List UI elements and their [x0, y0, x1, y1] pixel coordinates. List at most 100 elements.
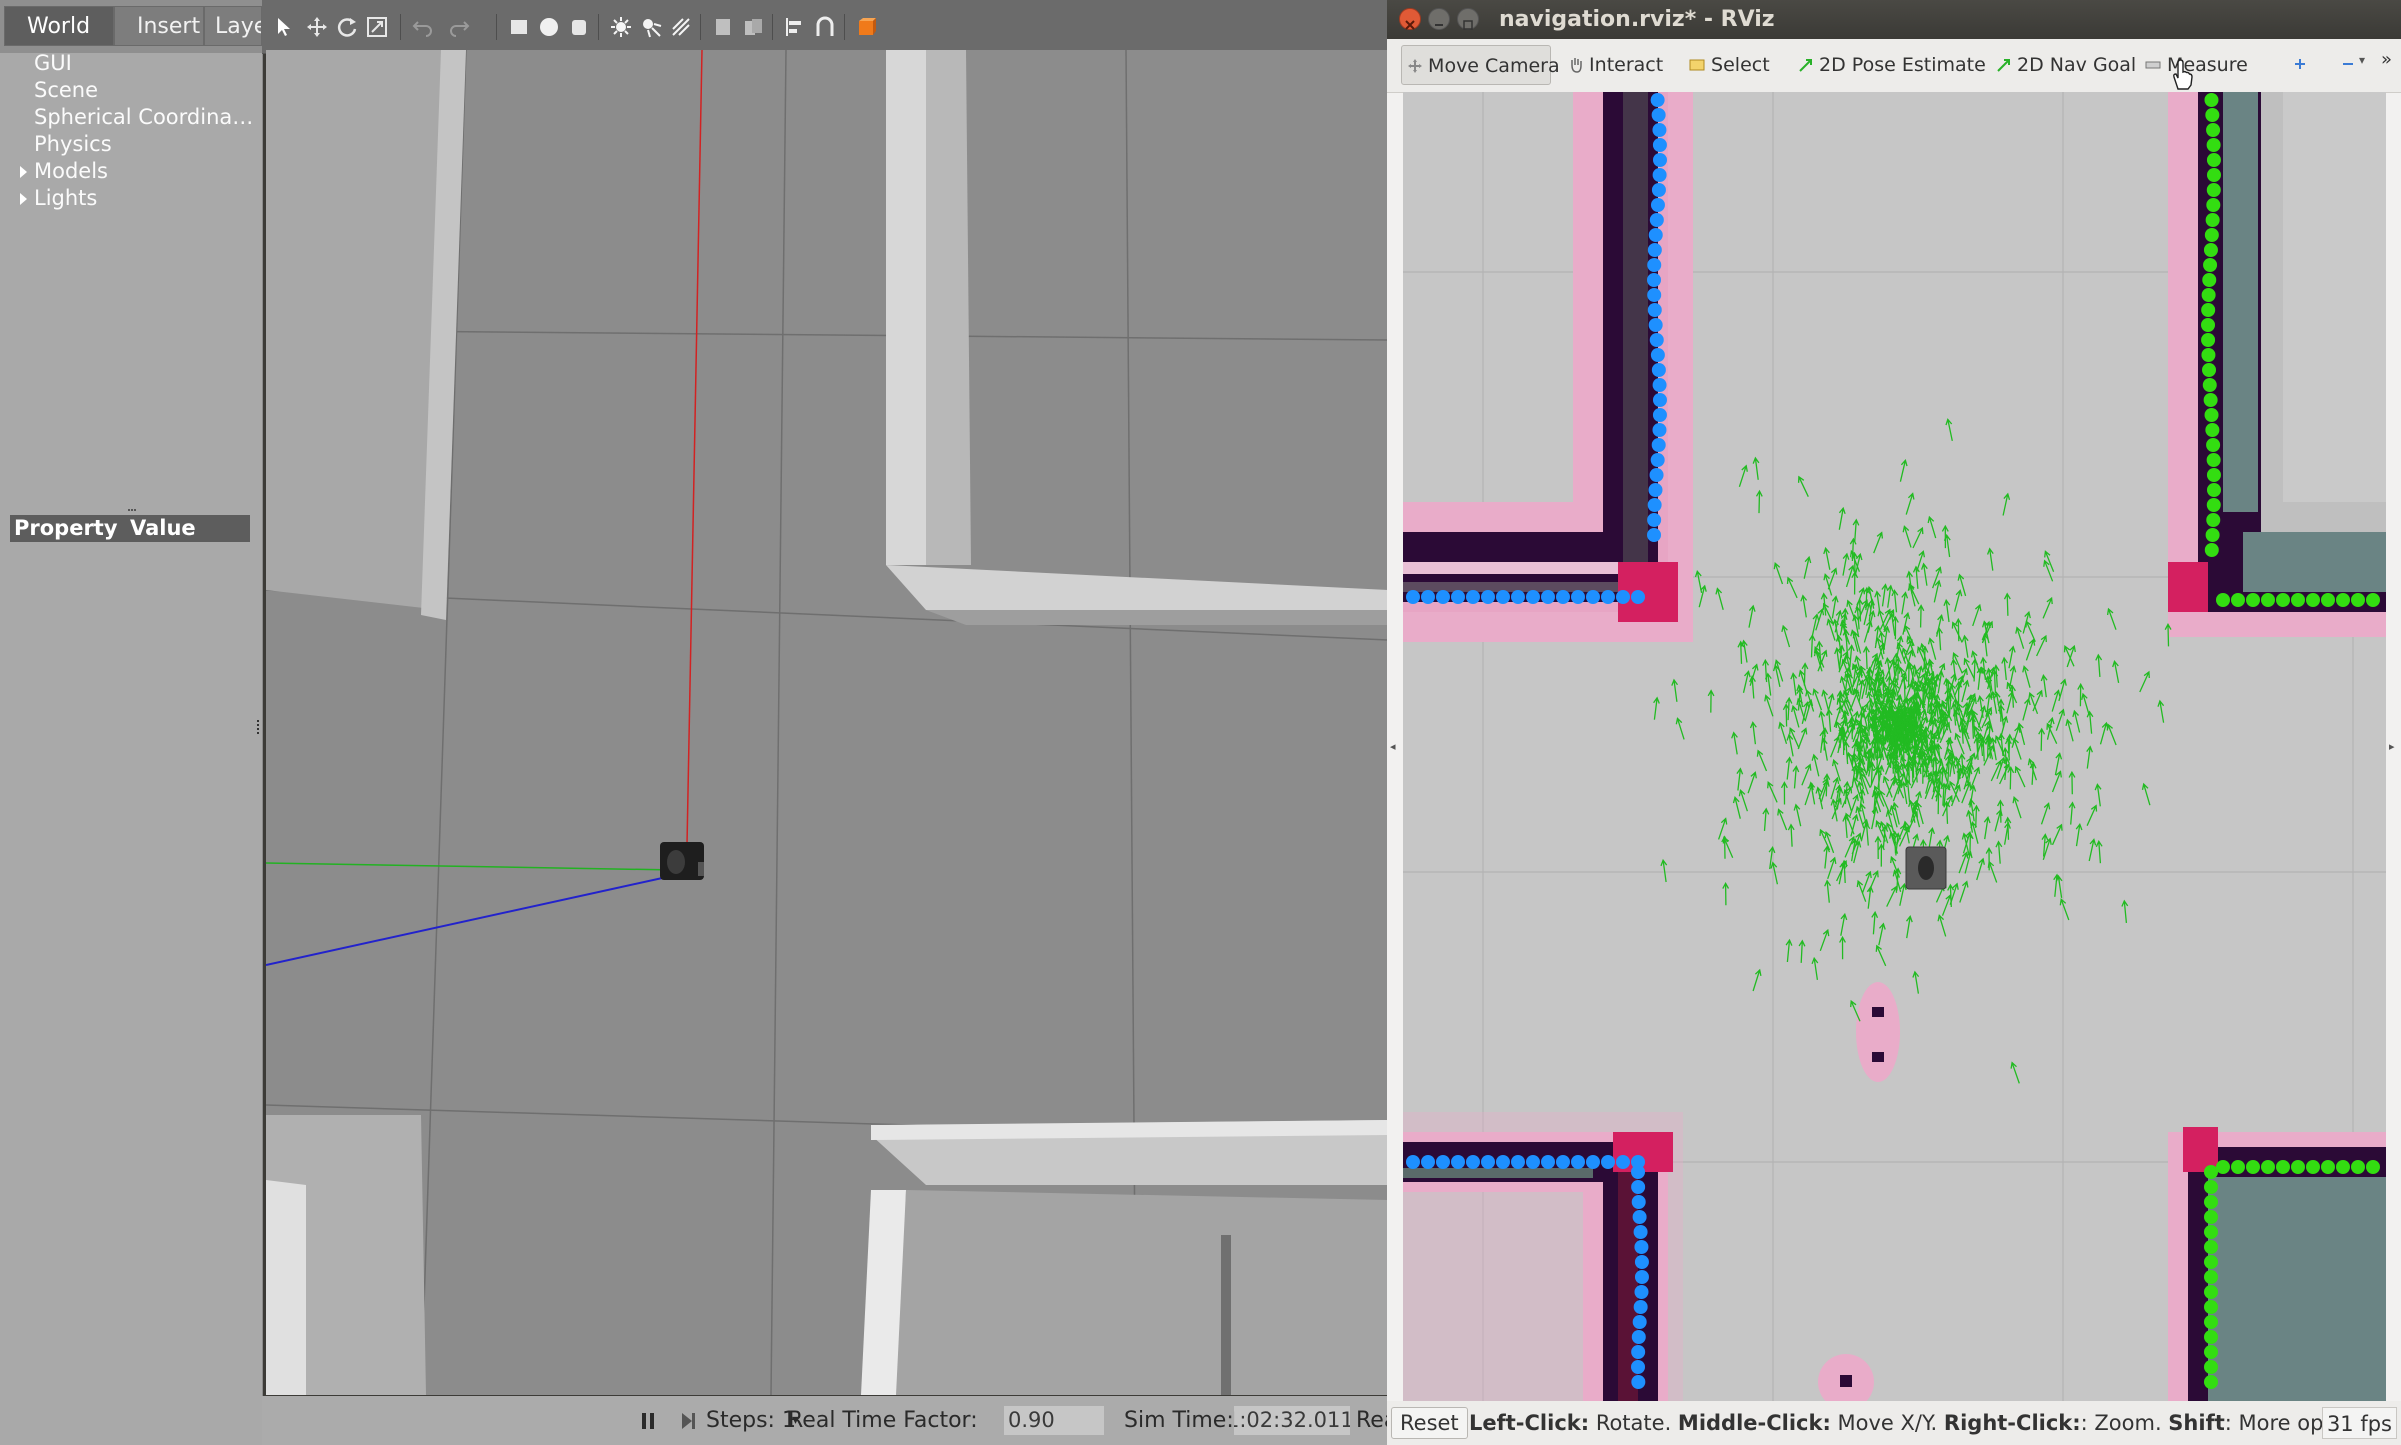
snap-icon[interactable] — [814, 16, 836, 38]
align-icon[interactable] — [784, 16, 806, 38]
laser-point — [1647, 273, 1662, 287]
robot-footprint[interactable] — [1905, 846, 1947, 890]
left-dock-collapse-icon[interactable]: ◂ — [1390, 740, 1396, 753]
laser-point — [1601, 1155, 1615, 1169]
splitter-handle[interactable] — [128, 509, 136, 514]
laser-point — [2276, 1160, 2290, 1174]
laser-point — [1496, 1155, 1510, 1169]
tool-dropdown-icon[interactable]: ▾ — [2359, 53, 2365, 67]
laser-point — [2204, 1360, 2218, 1374]
laser-point — [1652, 378, 1667, 392]
laser-point — [2205, 108, 2220, 122]
tool-measure[interactable]: Measure — [2139, 45, 2249, 85]
laser-point — [1466, 590, 1480, 604]
minimize-window-button[interactable] — [1428, 8, 1450, 30]
laser-point — [2261, 593, 2275, 607]
undo-icon[interactable] — [412, 16, 434, 38]
laser-point — [1451, 1155, 1465, 1169]
laser-point — [2205, 528, 2220, 542]
laser-point — [2204, 1165, 2218, 1179]
laser-point — [1647, 498, 1662, 512]
laser-point — [1651, 438, 1666, 452]
laser-point — [1633, 1225, 1648, 1239]
tool-select[interactable]: Select — [1683, 45, 1783, 85]
laser-point — [2202, 378, 2217, 392]
laser-point — [1571, 590, 1585, 604]
tab-world[interactable]: World — [4, 6, 114, 46]
scale-icon[interactable] — [366, 16, 388, 38]
rviz-title-bar[interactable]: navigation.rviz* - RViz — [1387, 0, 2401, 39]
tree-item-models[interactable]: Models — [0, 158, 262, 185]
expand-arrow-icon[interactable] — [20, 166, 27, 178]
copy-icon[interactable] — [712, 16, 734, 38]
pause-icon[interactable] — [640, 1412, 656, 1430]
laser-point — [1647, 258, 1662, 272]
laser-point — [1481, 590, 1495, 604]
tab-insert[interactable]: Insert — [114, 6, 204, 46]
tree-item-scene[interactable]: Scene — [0, 77, 262, 104]
laser-point — [2204, 1240, 2218, 1254]
tool-2d-pose-estimate[interactable]: 2D Pose Estimate — [1793, 45, 1986, 85]
expand-arrow-icon[interactable] — [20, 193, 27, 205]
laser-point — [2366, 1160, 2380, 1174]
tool-interact[interactable]: Interact — [1563, 45, 1673, 85]
tab-layers[interactable]: Layers — [204, 6, 262, 46]
maximize-window-button[interactable] — [1457, 8, 1479, 30]
laser-point — [1631, 1360, 1646, 1374]
laser-point — [2351, 1160, 2365, 1174]
turtlebot-robot[interactable] — [660, 842, 704, 880]
spot-light-icon[interactable] — [640, 16, 662, 38]
rotate-icon[interactable] — [336, 16, 358, 38]
laser-point — [2204, 228, 2219, 242]
laser-point — [2321, 1160, 2335, 1174]
orange-cube-icon[interactable] — [856, 16, 878, 38]
tree-item-lights[interactable]: Lights — [0, 185, 262, 212]
real-time-label: Real Time: — [1356, 1408, 1387, 1433]
tree-item-physics[interactable]: Physics — [0, 131, 262, 158]
laser-point — [1586, 1155, 1600, 1169]
laser-point — [2246, 1160, 2260, 1174]
laser-point — [1526, 590, 1540, 604]
laser-point — [2204, 1210, 2218, 1224]
directional-light-icon[interactable] — [670, 16, 692, 38]
box-icon[interactable] — [508, 16, 530, 38]
laser-point — [2206, 483, 2221, 497]
tool-move-camera[interactable]: Move Camera — [1401, 45, 1560, 85]
redo-icon[interactable] — [448, 16, 470, 38]
translate-icon[interactable] — [306, 16, 328, 38]
laser-point — [2206, 123, 2221, 137]
laser-point — [2204, 1180, 2218, 1194]
tool-2d-nav-goal[interactable]: 2D Nav Goal — [1991, 45, 2136, 85]
laser-point — [2206, 168, 2221, 182]
step-icon[interactable] — [680, 1412, 696, 1430]
laser-point — [2204, 1330, 2218, 1344]
tree-item-gui[interactable]: GUI — [0, 50, 262, 77]
steps-label[interactable]: Steps: 1 — [706, 1396, 796, 1445]
right-dock-collapse-icon[interactable]: ▸ — [2389, 740, 2395, 753]
remove-tool-icon[interactable] — [2341, 57, 2355, 71]
reset-button[interactable]: Reset — [1391, 1407, 1468, 1439]
laser-point — [1616, 590, 1630, 604]
gazebo-3d-viewport[interactable] — [266, 50, 1388, 1395]
sphere-icon[interactable] — [538, 16, 560, 38]
toolbar-overflow-icon[interactable]: » — [2381, 49, 2392, 70]
tree-item-spherical-coordinates[interactable]: Spherical Coordina… — [0, 104, 262, 131]
laser-point — [2261, 1160, 2275, 1174]
laser-point — [2205, 213, 2220, 227]
panel-collapse-handle[interactable] — [257, 720, 262, 734]
paste-icon[interactable] — [742, 16, 764, 38]
laser-point — [1652, 423, 1667, 437]
add-tool-icon[interactable] — [2293, 57, 2307, 71]
minimize-icon — [1435, 24, 1443, 26]
select-arrow-icon[interactable] — [274, 16, 296, 38]
point-light-icon[interactable] — [610, 16, 632, 38]
laser-point — [2291, 1160, 2305, 1174]
close-window-button[interactable] — [1399, 8, 1421, 30]
laser-point — [2201, 288, 2216, 302]
laser-point — [1634, 1270, 1649, 1284]
laser-point — [1556, 1155, 1570, 1169]
cylinder-icon[interactable] — [568, 16, 590, 38]
laser-point — [2204, 1300, 2218, 1314]
laser-point — [1541, 1155, 1555, 1169]
rviz-render-panel[interactable] — [1403, 92, 2386, 1401]
